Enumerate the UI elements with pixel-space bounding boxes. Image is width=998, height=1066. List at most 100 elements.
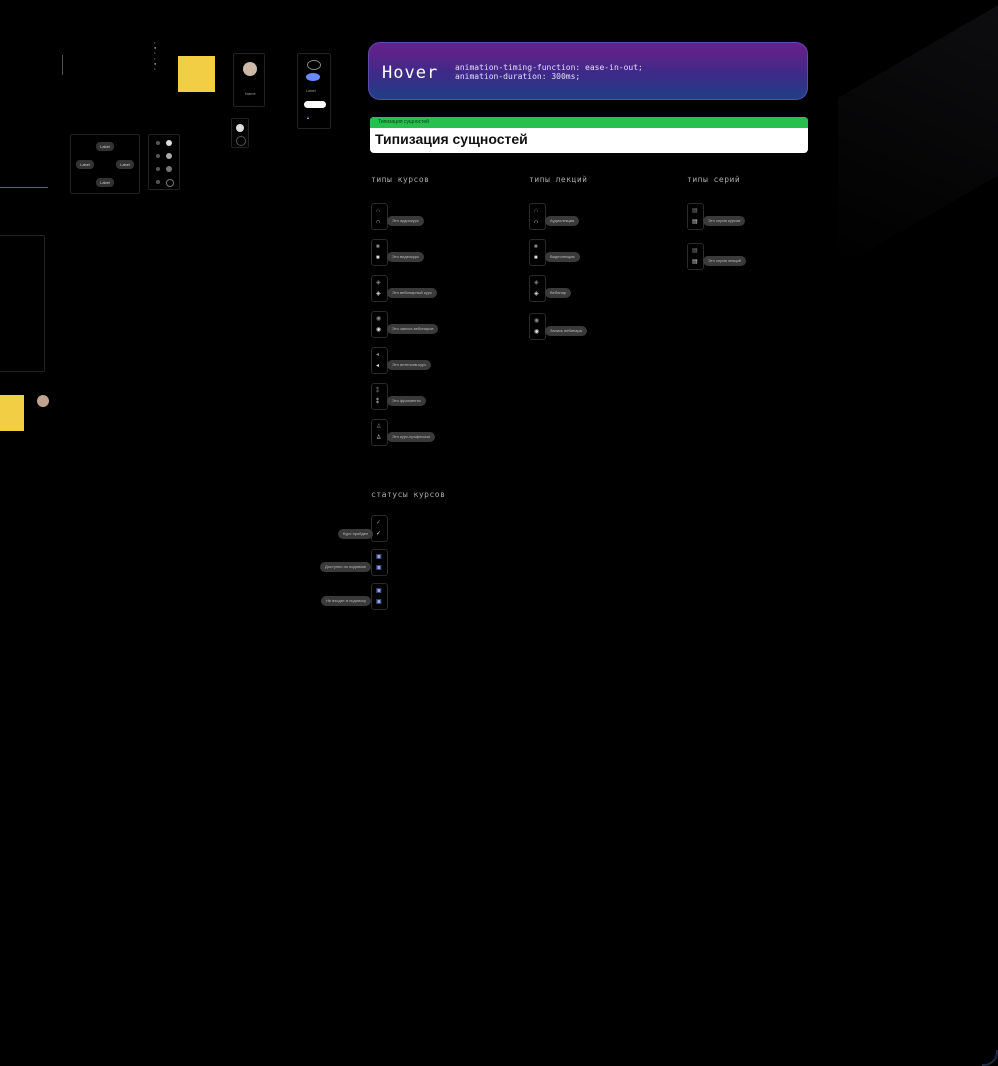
- background-glow: [838, 0, 998, 268]
- label-buttons-card: Label Label Label Label: [70, 134, 140, 194]
- avatar-name: Name: [245, 91, 256, 96]
- hover-title: Hover: [382, 63, 439, 83]
- stack-icon: ▤: [692, 248, 698, 254]
- webinar-icon: ◈: [534, 280, 539, 286]
- sticky-note-2[interactable]: [0, 395, 24, 431]
- bolt-icon: ◂: [376, 352, 380, 358]
- lock-icon: ▣: [376, 588, 382, 594]
- video-icon: ■: [376, 244, 380, 250]
- hover-code: animation-timing-function: ease-in-out; …: [455, 63, 643, 81]
- toggle-switch[interactable]: [306, 73, 320, 81]
- video-icon: ■: [376, 255, 380, 261]
- record-icon: ◉: [376, 327, 382, 333]
- course-type-pill: Это видеокурс: [387, 252, 425, 262]
- status-not-in-subscription-icon-box: ▣ ▣: [371, 583, 388, 610]
- status-completed-icon-box: ✓ ✓: [371, 515, 388, 542]
- course-type-pill: Это запись вебинаров: [387, 324, 439, 334]
- video-icon: ■: [534, 255, 538, 261]
- radio-3[interactable]: [156, 167, 160, 171]
- fragments-icon-box: ⁑ ⁑: [371, 383, 388, 410]
- bolt-icon: ◂: [376, 363, 380, 369]
- video-icon: ■: [534, 244, 538, 250]
- status-pill: Не входит в подписку: [321, 596, 372, 606]
- chip-label: Label: [306, 88, 316, 93]
- radio-3-selected[interactable]: [166, 166, 172, 172]
- lecture-type-pill: Запись вебинара: [545, 326, 587, 336]
- person-icon: ♙: [376, 435, 382, 441]
- section-header: Типизация сущностей Типизация сущностей: [370, 117, 808, 153]
- hover-code-line2: animation-duration: 300ms;: [455, 72, 581, 81]
- series-type-pill: Это серия лекций: [703, 256, 747, 266]
- label-button-left[interactable]: Label: [76, 160, 94, 169]
- lecture-series-icon-box: ▤ ▤: [687, 243, 704, 270]
- divider-line: [62, 55, 63, 75]
- progress-line: [0, 187, 48, 188]
- series-type-pill: Это серия курсов: [703, 216, 746, 226]
- lecture-type-pill: Видеолекция: [545, 252, 580, 262]
- status-pill: Курс пройден: [338, 529, 374, 539]
- webinar-record-icon-box: ◉ ◉: [371, 311, 388, 338]
- radio-4[interactable]: [156, 180, 160, 184]
- webinar-icon: ◈: [534, 291, 539, 297]
- check-icon: ✓: [376, 531, 382, 537]
- avatar-small: [37, 395, 49, 407]
- fragments-icon: ⁑: [376, 388, 379, 394]
- webinar-icon: ◈: [376, 280, 381, 286]
- label-button-right[interactable]: Label: [116, 160, 134, 169]
- section-breadcrumb: Типизация сущностей: [370, 117, 808, 128]
- record-icon: ◉: [376, 316, 382, 322]
- sticky-note[interactable]: [178, 56, 215, 92]
- course-type-pill: Это курс-профессия: [387, 432, 435, 442]
- label-button-bottom[interactable]: Label: [96, 178, 114, 187]
- stack-icon: ▤: [692, 208, 698, 214]
- course-type-pill: Это интенсив-курс: [387, 360, 432, 370]
- statuses-heading: статусы курсов: [371, 490, 446, 499]
- radio-1[interactable]: [156, 141, 160, 145]
- select-dropdown[interactable]: [304, 101, 326, 108]
- intensive-course-icon-box: ◂ ◂: [371, 347, 388, 374]
- window-corner: [982, 1050, 998, 1066]
- lock-icon: ▣: [376, 554, 382, 560]
- lectures-heading: типы лекций: [529, 175, 588, 184]
- checkbox-card: [231, 118, 249, 148]
- series-heading: типы серий: [687, 175, 741, 184]
- section-title: Типизация сущностей: [375, 131, 528, 147]
- lock-icon: ▣: [376, 599, 382, 605]
- course-type-pill: Это вебинарный курс: [387, 288, 437, 298]
- webinar-record-lecture-icon-box: ◉ ◉: [529, 313, 546, 340]
- lock-icon: 🔒︎: [307, 115, 310, 120]
- label-button-top[interactable]: Label: [96, 142, 114, 151]
- radio-2-selected[interactable]: [166, 153, 172, 159]
- lecture-type-pill: Вебинар: [545, 288, 572, 298]
- status-subscription-icon-box: ▣ ▣: [371, 549, 388, 576]
- stack-icon: ▤: [692, 259, 698, 265]
- course-type-pill: Это фрагменты: [387, 396, 427, 406]
- empty-frame: [0, 235, 45, 372]
- controls-card: Label 🔒︎: [297, 53, 331, 129]
- check-icon[interactable]: [236, 124, 244, 132]
- radio-4-selected[interactable]: [166, 179, 174, 187]
- radio-1-selected[interactable]: [166, 140, 172, 146]
- lecture-type-pill: Аудиолекция: [545, 216, 580, 226]
- record-icon: ◉: [534, 329, 540, 335]
- avatar: [243, 62, 257, 76]
- hover-code-line1: animation-timing-function: ease-in-out;: [455, 63, 643, 72]
- fragments-icon: ⁑: [376, 399, 379, 405]
- check-icon: ✓: [376, 520, 382, 526]
- course-type-pill: Это аудиокурс: [387, 216, 424, 226]
- avatar-card[interactable]: Name: [233, 53, 265, 107]
- video-lecture-icon-box: ■ ■: [529, 239, 546, 266]
- headphones-icon: ∩: [534, 208, 539, 214]
- radio-list-card: [148, 134, 180, 190]
- headphones-icon: ∩: [376, 208, 381, 214]
- webinar-icon: ◈: [376, 291, 381, 297]
- hover-spec-card: Hover animation-timing-function: ease-in…: [368, 42, 808, 100]
- profession-course-icon-box: ♙ ♙: [371, 419, 388, 446]
- lock-icon: ▣: [376, 565, 382, 571]
- status-pill: Доступно по подписке: [320, 562, 372, 572]
- webinar-lecture-icon-box: ◈ ◈: [529, 275, 546, 302]
- radio-2[interactable]: [156, 154, 160, 158]
- video-course-icon-box: ■ ■: [371, 239, 388, 266]
- audio-lecture-icon-box: ∩ ∩: [529, 203, 546, 230]
- radio-icon[interactable]: [236, 136, 246, 146]
